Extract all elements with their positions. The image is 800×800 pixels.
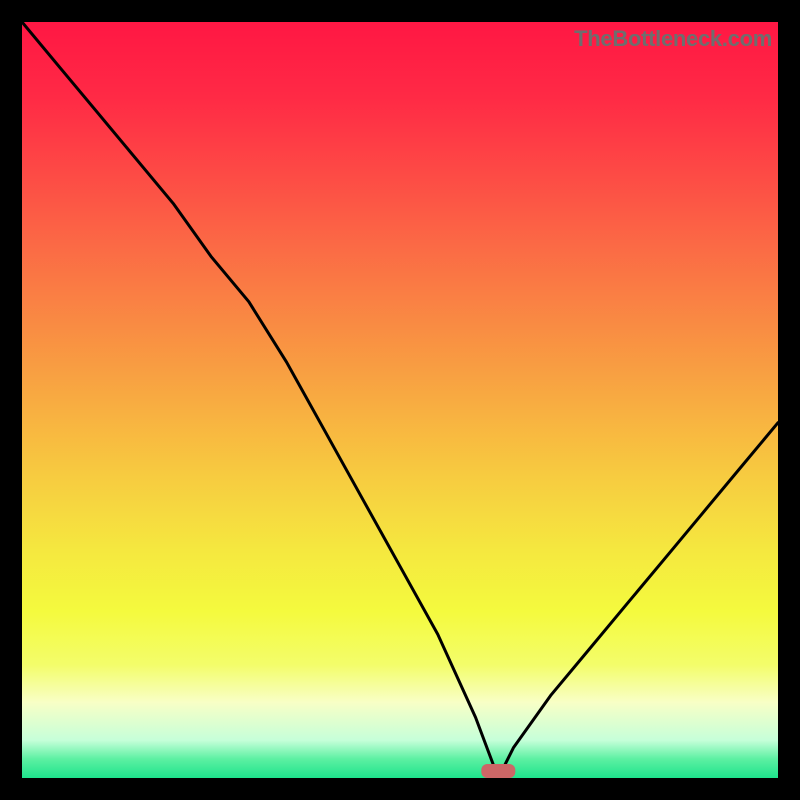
watermark-text: TheBottleneck.com [574,26,772,52]
chart-frame: TheBottleneck.com [0,0,800,800]
gradient-background [22,22,778,778]
chart-svg [22,22,778,778]
optimal-marker [481,764,515,778]
plot-area: TheBottleneck.com [22,22,778,778]
